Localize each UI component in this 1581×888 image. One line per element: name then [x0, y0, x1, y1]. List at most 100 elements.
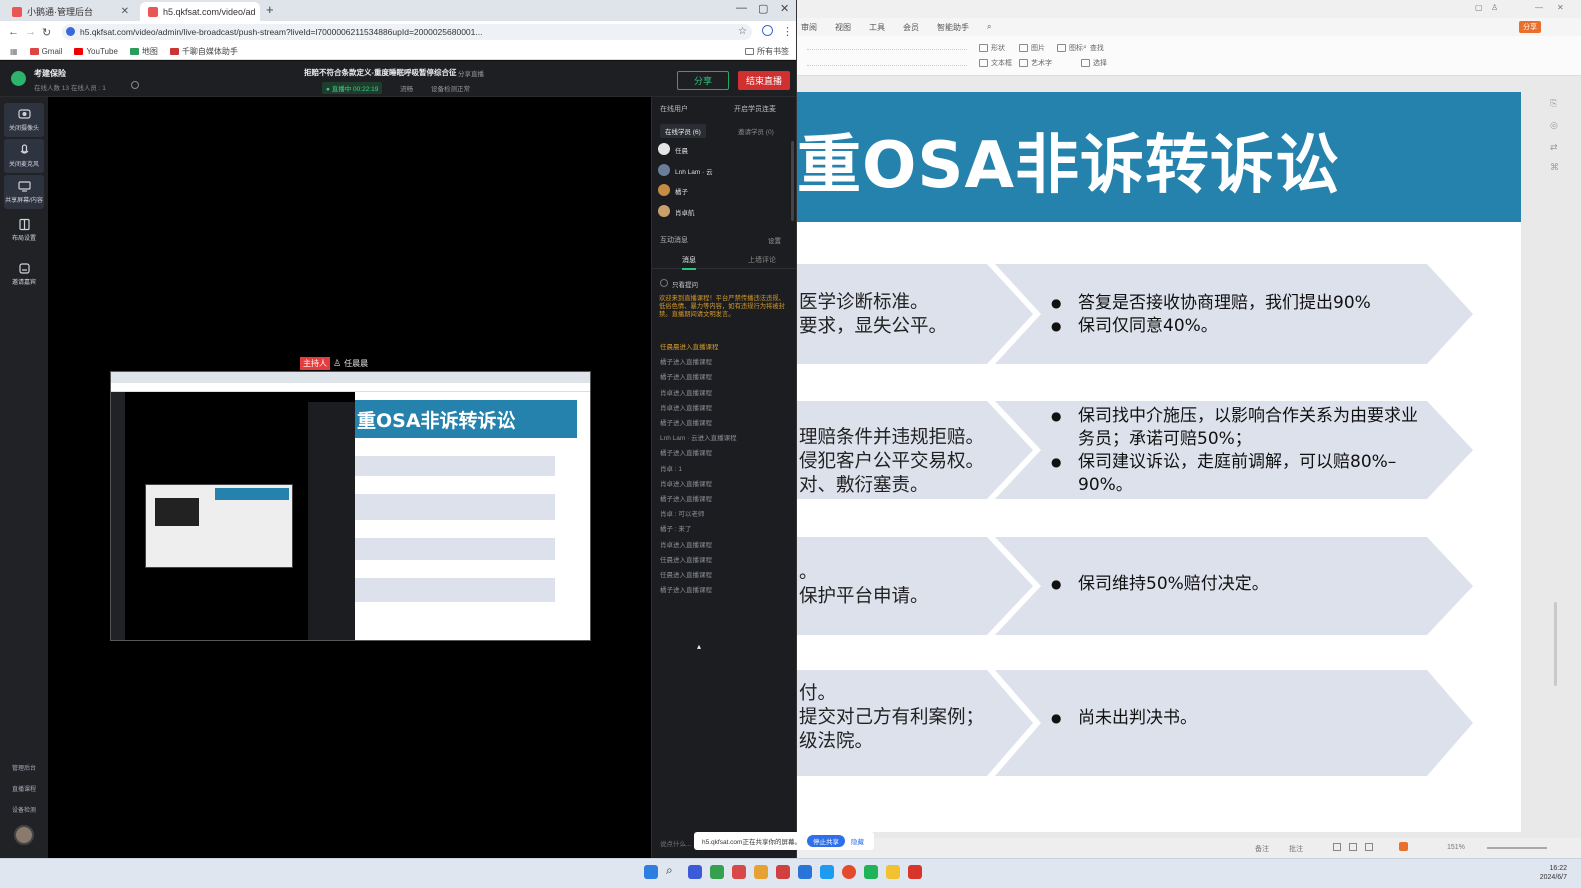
app-icon[interactable]: [820, 865, 834, 879]
tab-online-students[interactable]: 在线学员 (6): [660, 124, 706, 138]
reload-icon[interactable]: ↻: [42, 26, 51, 39]
slide-row2-bullet[interactable]: 保司建议诉讼，走庭前调解，可以赔80%–90%。: [1051, 451, 1428, 497]
close-window-icon[interactable]: ✕: [780, 2, 789, 15]
slideshow-icon[interactable]: [1399, 842, 1408, 851]
chat-input[interactable]: 说点什么...: [660, 838, 691, 848]
side-tool-icon[interactable]: ◎: [1550, 120, 1558, 131]
ribbon-icon[interactable]: 图标: [1057, 43, 1083, 53]
wps-icon[interactable]: [908, 865, 922, 879]
admin-link[interactable]: 管理后台: [0, 763, 48, 772]
url-field[interactable]: h5.qkfsat.com/video/admin/live-broadcast…: [62, 24, 752, 40]
sorter-view-icon[interactable]: [1349, 843, 1357, 851]
reading-view-icon[interactable]: [1365, 843, 1373, 851]
rail-share-screen-button[interactable]: 共享屏幕/内容: [4, 175, 44, 209]
close-tab-icon[interactable]: ✕: [121, 6, 129, 17]
device-check-link[interactable]: 设备检测: [0, 805, 48, 814]
bookmark-gmail[interactable]: Gmail: [29, 47, 62, 56]
app-icon[interactable]: [732, 865, 746, 879]
zoom-slider[interactable]: [1487, 847, 1547, 849]
menu-view[interactable]: 视图: [835, 22, 851, 33]
bookmark-assistant[interactable]: 千聊自媒体助手: [169, 46, 238, 57]
slide-row4-bullet[interactable]: 尚未出判决书。: [1051, 707, 1197, 730]
zoom-level[interactable]: 151%: [1447, 844, 1465, 851]
hide-toast-button[interactable]: 隐藏: [851, 836, 864, 846]
menu-tools[interactable]: 工具: [869, 22, 885, 33]
end-live-button[interactable]: 结束直播: [738, 71, 790, 90]
menu-member[interactable]: 会员: [903, 22, 919, 33]
minimize-icon[interactable]: —: [1535, 3, 1543, 12]
share-live-button[interactable]: 分享: [677, 71, 729, 90]
ribbon-select[interactable]: 选择: [1081, 58, 1107, 68]
side-tool-icon[interactable]: ⎘: [1550, 98, 1557, 109]
chrome-icon[interactable]: [842, 865, 856, 879]
start-menu-icon[interactable]: [644, 865, 658, 879]
ribbon-textbox[interactable]: 文本框: [979, 58, 1012, 68]
avatar[interactable]: [14, 825, 34, 845]
ribbon-shape[interactable]: 形状: [979, 43, 1005, 53]
tab-invited-students[interactable]: 邀请学员 (0): [738, 126, 774, 136]
bookmark-maps[interactable]: 地图: [129, 46, 158, 57]
stop-sharing-button[interactable]: 停止共享: [806, 835, 845, 847]
system-clock[interactable]: 16:22 2024/6/7: [1540, 864, 1567, 882]
ribbon-find[interactable]: ⌕ 查找: [1083, 43, 1104, 53]
bookmark-youtube[interactable]: YouTube: [74, 47, 118, 56]
search-icon[interactable]: ⌕: [666, 863, 680, 877]
normal-view-icon[interactable]: [1333, 843, 1341, 851]
rail-camera-button[interactable]: 关闭摄像头: [4, 103, 44, 137]
ribbon-picture[interactable]: 图片: [1019, 43, 1045, 53]
slide-row1-left[interactable]: 医学诊断标准。 要求，显失公平。: [799, 291, 947, 339]
browser-tab[interactable]: 小鹅通·管理后台 ✕: [4, 2, 137, 21]
comments-toggle[interactable]: 批注: [1289, 844, 1303, 854]
app-icon[interactable]: [776, 865, 790, 879]
all-bookmarks[interactable]: 所有书签: [745, 46, 789, 57]
app-icon[interactable]: [754, 865, 768, 879]
only-questions-radio[interactable]: [660, 279, 668, 287]
menu-kebab-icon[interactable]: ⋮: [782, 25, 793, 38]
courses-link[interactable]: 直播课程: [0, 784, 48, 793]
wechat-icon[interactable]: [864, 865, 878, 879]
menu-review[interactable]: 审阅: [801, 22, 817, 33]
chat-settings-button[interactable]: 设置: [768, 235, 781, 245]
search-icon[interactable]: ⌕: [987, 22, 991, 32]
device-status[interactable]: 设备检测正常: [431, 83, 470, 93]
editor-share-button[interactable]: 分享: [1519, 21, 1541, 33]
window-restore-icon[interactable]: ▢: [1475, 3, 1483, 12]
slide-row1-bullet[interactable]: 保司仅同意40%。: [1051, 315, 1218, 338]
user-icon[interactable]: ♙: [1491, 3, 1498, 12]
side-tool-icon[interactable]: ⇄: [1550, 142, 1558, 153]
taskview-icon[interactable]: [688, 865, 702, 879]
apps-icon[interactable]: ▦: [10, 47, 18, 56]
side-tool-icon[interactable]: ⌘: [1550, 162, 1559, 173]
tab-wall-comments[interactable]: 上墙评论: [748, 255, 776, 265]
menu-assistant[interactable]: 智能助手: [937, 22, 969, 33]
room-share-link[interactable]: 分享直播: [458, 68, 484, 78]
rail-layout-button[interactable]: 布局设置: [4, 213, 44, 247]
back-icon[interactable]: ←: [8, 26, 19, 38]
bookmark-star-icon[interactable]: ☆: [738, 26, 747, 37]
slide-row4-left[interactable]: 付。 提交对己方有利案例； 级法院。: [799, 682, 984, 754]
slide-row2-bullet[interactable]: 保司找中介施压，以影响合作关系为由要求业务员；承诺可赔50%；: [1051, 405, 1428, 451]
browser-tab-active[interactable]: h5.qkfsat.com/video/ad ◉ ✕: [140, 2, 260, 21]
new-tab-button[interactable]: +: [266, 2, 274, 17]
maximize-icon[interactable]: ▢: [758, 2, 768, 15]
forward-icon[interactable]: →: [25, 26, 36, 38]
profile-icon[interactable]: [762, 25, 773, 36]
close-window-icon[interactable]: ✕: [1557, 3, 1564, 12]
user-list-scrollbar[interactable]: [791, 141, 794, 221]
site-info-icon[interactable]: [66, 27, 75, 36]
app-icon[interactable]: [798, 865, 812, 879]
slide-row3-bullet[interactable]: 保司维持50%赔付决定。: [1051, 573, 1269, 596]
slide-title[interactable]: 重OSA非诉转诉讼: [797, 114, 1340, 206]
app-icon[interactable]: [710, 865, 724, 879]
slide-row1-bullet[interactable]: 答复是否接收协商理赔，我们提出90%: [1051, 292, 1371, 315]
enable-mic-button[interactable]: 开启学员连麦: [734, 104, 776, 114]
minimize-icon[interactable]: —: [736, 2, 747, 14]
slide-row3-left[interactable]: 。保护平台申请。: [799, 561, 929, 609]
vertical-scrollbar[interactable]: [1554, 602, 1557, 686]
ribbon-wordart[interactable]: 艺术字: [1019, 58, 1052, 68]
slide-row2-left[interactable]: 理赔条件并违规拒赔。 侵犯客户公平交易权。 对、敷衍塞责。: [799, 426, 984, 498]
slide-canvas[interactable]: 重OSA非诉转诉讼 医学诊断标准。要求，显失公平。 答复是否接收协商理赔，我们提…: [797, 92, 1521, 832]
info-icon[interactable]: [131, 81, 139, 89]
folder-icon[interactable]: [886, 865, 900, 879]
rail-mic-button[interactable]: 关闭麦克风: [4, 139, 44, 173]
